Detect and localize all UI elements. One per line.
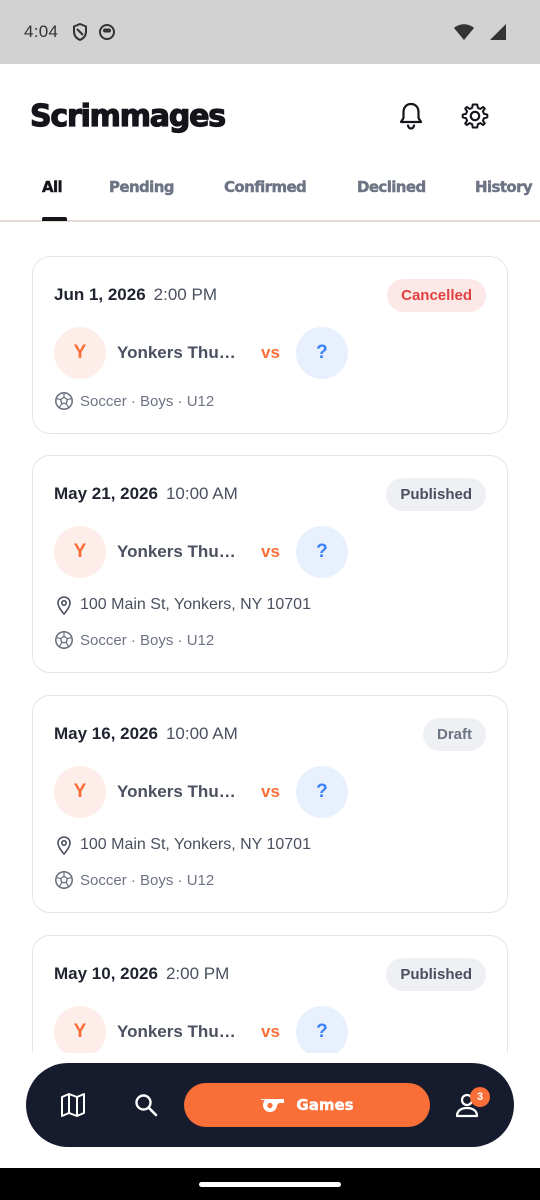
matchup: Y Yonkers Thu… vs ? — [54, 526, 348, 578]
sport-details: Soccer · Boys · U12 — [54, 391, 214, 411]
wifi-icon — [454, 24, 474, 40]
home-team-avatar: Y — [54, 766, 106, 818]
vs-label: vs — [261, 343, 280, 362]
tab-bar: All Pending Confirmed Declined History — [0, 168, 540, 222]
nav-games-label: Games — [296, 1096, 354, 1114]
card-date: Jun 1, 2026 2:00 PM — [54, 285, 217, 304]
opponent-avatar: ? — [295, 327, 348, 379]
search-icon — [135, 1094, 158, 1117]
face-icon — [98, 23, 116, 41]
address-row: 100 Main St, Yonkers, NY 10701 — [54, 835, 311, 855]
scrimmage-card[interactable]: May 21, 2026 10:00 AM Published Y Yonkers… — [32, 455, 508, 673]
nav-map-button[interactable] — [58, 1090, 88, 1120]
home-team-name: Yonkers Thu… — [117, 782, 236, 801]
tab-pending[interactable]: Pending — [109, 178, 175, 196]
sport-details-text: Soccer · Boys · U12 — [80, 392, 215, 410]
sport-details: Soccer · Boys · U12 — [54, 870, 214, 890]
status-bar: 4:04 — [0, 0, 540, 64]
card-date: May 10, 2026 2:00 PM — [54, 964, 230, 983]
home-team-avatar: Y — [54, 526, 106, 578]
shield-icon — [72, 23, 88, 41]
scrimmage-card[interactable]: May 16, 2026 10:00 AM Draft Y Yonkers Thu… — [32, 695, 508, 913]
home-team-name: Yonkers Thu… — [117, 343, 236, 362]
notifications-button[interactable] — [394, 99, 428, 133]
location-pin-icon — [54, 595, 74, 615]
tab-history[interactable]: History — [475, 178, 533, 196]
matchup: Y Yonkers Thu… vs ? — [54, 327, 348, 379]
opponent-avatar: ? — [295, 766, 348, 818]
matchup: Y Yonkers Thu… vs ? — [54, 1006, 348, 1053]
scrimmage-list[interactable]: Jun 1, 2026 2:00 PM Cancelled Y Yonkers T… — [0, 224, 540, 1053]
soccer-ball-icon — [54, 870, 74, 890]
header: Scrimmages — [0, 64, 540, 168]
card-time: 2:00 PM — [165, 964, 230, 983]
home-gesture-handle[interactable] — [199, 1182, 341, 1187]
tab-all[interactable]: All — [42, 178, 63, 196]
status-badge: Cancelled — [387, 279, 486, 312]
whistle-icon — [261, 1099, 285, 1112]
gear-icon — [461, 103, 489, 129]
sport-details-text: Soccer · Boys · U12 — [80, 871, 215, 889]
bottom-nav: Games 3 — [26, 1063, 514, 1147]
settings-button[interactable] — [458, 99, 492, 133]
home-team-name: Yonkers Thu… — [117, 1022, 236, 1041]
card-time: 10:00 AM — [165, 724, 238, 743]
scrimmage-card[interactable]: Jun 1, 2026 2:00 PM Cancelled Y Yonkers T… — [32, 256, 508, 434]
signal-icon — [490, 24, 506, 40]
card-time: 10:00 AM — [165, 484, 238, 503]
vs-label: vs — [261, 1022, 280, 1041]
status-badge: Published — [386, 958, 486, 991]
bell-icon — [399, 102, 423, 130]
status-badge: Published — [386, 478, 486, 511]
vs-label: vs — [261, 542, 280, 561]
card-time: 2:00 PM — [153, 285, 217, 304]
system-gesture-bar — [0, 1168, 540, 1200]
card-date: May 16, 2026 10:00 AM — [54, 724, 238, 743]
matchup: Y Yonkers Thu… vs ? — [54, 766, 348, 818]
tab-indicator — [42, 217, 67, 221]
page-title: Scrimmages — [29, 98, 226, 134]
home-team-avatar: Y — [54, 327, 106, 379]
soccer-ball-icon — [54, 391, 74, 411]
status-badge: Draft — [422, 718, 486, 751]
sport-details: Soccer · Boys · U12 — [54, 630, 214, 650]
location-pin-icon — [54, 835, 74, 855]
tab-declined[interactable]: Declined — [357, 178, 427, 196]
address-row: 100 Main St, Yonkers, NY 10701 — [54, 595, 311, 615]
soccer-ball-icon — [54, 630, 74, 650]
home-team-avatar: Y — [54, 1006, 106, 1053]
card-date: May 21, 2026 10:00 AM — [54, 484, 238, 503]
nav-games-button[interactable]: Games — [184, 1083, 430, 1127]
opponent-avatar: ? — [295, 526, 348, 578]
status-time: 4:04 — [24, 22, 59, 41]
profile-notification-badge: 3 — [470, 1087, 490, 1107]
vs-label: vs — [261, 782, 280, 801]
nav-search-button[interactable] — [131, 1090, 161, 1120]
sport-details-text: Soccer · Boys · U12 — [80, 631, 215, 649]
address-text: 100 Main St, Yonkers, NY 10701 — [80, 596, 311, 613]
address-text: 100 Main St, Yonkers, NY 10701 — [80, 836, 311, 853]
opponent-avatar: ? — [295, 1006, 348, 1053]
home-team-name: Yonkers Thu… — [117, 542, 236, 561]
map-icon — [61, 1093, 85, 1117]
scrimmage-card[interactable]: May 10, 2026 2:00 PM Published Y Yonkers … — [32, 935, 508, 1053]
tab-confirmed[interactable]: Confirmed — [224, 178, 307, 196]
